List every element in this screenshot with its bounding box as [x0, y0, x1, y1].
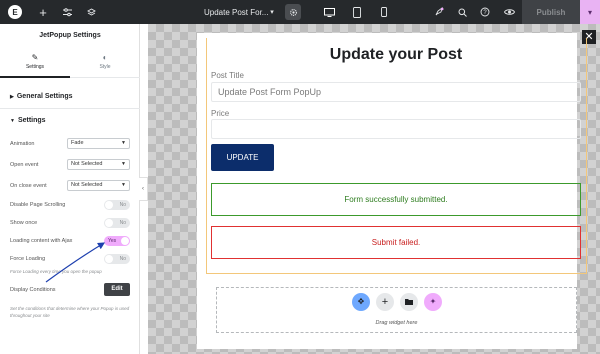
publish-button[interactable]: Publish [522, 0, 580, 24]
rocket-icon[interactable] [432, 0, 446, 24]
toggle-knob [121, 237, 129, 245]
ai-sparkle-icon[interactable]: ✦ [424, 293, 442, 311]
disable-scroll-toggle[interactable]: No [104, 200, 130, 210]
caret-right-icon: ▶ [10, 94, 14, 100]
price-label: Price [211, 109, 230, 118]
settings-section[interactable]: ▼ Settings [10, 117, 46, 124]
close-event-label: On close event [10, 183, 47, 189]
toggle-knob [105, 255, 113, 263]
show-once-label: Show once [10, 220, 38, 226]
tab-style[interactable]: ◐ Style [70, 48, 140, 78]
ajax-label: Loading content with Ajax [10, 238, 73, 244]
tablet-icon[interactable] [350, 0, 364, 24]
help-icon[interactable]: ? [478, 0, 492, 24]
sliders-icon[interactable] [60, 0, 74, 24]
section-divider [0, 108, 140, 109]
toggle-text: Yes [108, 238, 117, 244]
popup-title: Update your Post [329, 46, 463, 63]
ajax-toggle[interactable]: Yes [104, 236, 130, 246]
toggle-text: No [119, 220, 126, 226]
edit-conditions-button[interactable]: Edit [104, 283, 130, 296]
caret-down-icon: ▼ [10, 118, 15, 124]
open-event-label: Open event [10, 162, 39, 168]
error-message: Submit failed. [211, 226, 581, 259]
animation-label: Animation [10, 141, 35, 147]
tab-settings-label: Settings [25, 64, 45, 70]
chevron-down-icon: ▼ [121, 140, 126, 146]
chevron-down-icon: ▼ [121, 161, 126, 167]
force-loading-label: Force Loading [10, 256, 46, 262]
widget-picker-icon[interactable]: ✥ [352, 293, 370, 311]
eye-icon[interactable] [502, 0, 516, 24]
force-loading-toggle[interactable]: No [104, 254, 130, 264]
mobile-icon[interactable] [377, 0, 391, 24]
close-event-value: Not Selected [71, 182, 103, 188]
general-settings-label: General Settings [16, 93, 73, 100]
chevron-down-icon[interactable]: ▾ [266, 0, 278, 24]
search-icon[interactable] [455, 0, 469, 24]
add-icon[interactable]: + [376, 293, 394, 311]
disable-scroll-label: Disable Page Scrolling [10, 202, 66, 208]
panel-title: JetPopup Settings [39, 32, 101, 39]
plus-icon[interactable]: + [36, 0, 50, 24]
settings-panel: JetPopup Settings ✎ Settings ◐ Style ▶ Ge… [0, 24, 140, 354]
top-toolbar: E + Update Post For... ▾ ? Publish ▾ [0, 0, 600, 24]
tab-style-label: Style [99, 64, 111, 70]
show-once-toggle[interactable]: No [104, 218, 130, 228]
post-title-label: Post Title [211, 71, 244, 80]
pencil-icon: ✎ [31, 53, 39, 62]
post-title-input[interactable]: Update Post Form PopUp [211, 82, 581, 102]
collapse-panel-button[interactable]: ‹ [139, 177, 148, 201]
animation-value: Fade [71, 140, 84, 146]
display-conditions-hint: Set the conditions that determine where … [10, 306, 130, 318]
update-button[interactable]: UPDATE [211, 144, 274, 171]
elementor-logo-icon[interactable]: E [8, 5, 22, 19]
settings-section-label: Settings [17, 117, 46, 124]
contrast-icon: ◐ [102, 53, 108, 62]
toggle-knob [105, 201, 113, 209]
tab-settings[interactable]: ✎ Settings [0, 48, 70, 78]
close-event-select[interactable]: Not Selected ▼ [67, 180, 130, 191]
open-event-value: Not Selected [71, 161, 103, 167]
price-input[interactable] [211, 119, 581, 139]
desktop-icon[interactable] [322, 0, 336, 24]
open-event-select[interactable]: Not Selected ▼ [67, 159, 130, 170]
widget-dropzone[interactable] [216, 287, 577, 333]
display-conditions-label: Display Conditions [10, 287, 56, 293]
force-loading-hint: Force Loading every time you open the po… [10, 269, 102, 274]
gear-icon[interactable] [285, 4, 301, 20]
animation-select[interactable]: Fade ▼ [67, 138, 130, 149]
toggle-text: No [119, 202, 126, 208]
publish-options-chevron-icon[interactable]: ▾ [580, 0, 600, 24]
success-message: Form successfully submitted. [211, 183, 581, 216]
toggle-knob [105, 219, 113, 227]
dropzone-label: Drag widget here [375, 320, 418, 326]
folder-icon[interactable] [400, 293, 418, 311]
general-settings-section[interactable]: ▶ General Settings [10, 93, 73, 100]
toggle-text: No [119, 256, 126, 262]
chevron-down-icon: ▼ [121, 182, 126, 188]
layers-icon[interactable] [84, 0, 98, 24]
panel-tabs: ✎ Settings ◐ Style [0, 48, 140, 78]
